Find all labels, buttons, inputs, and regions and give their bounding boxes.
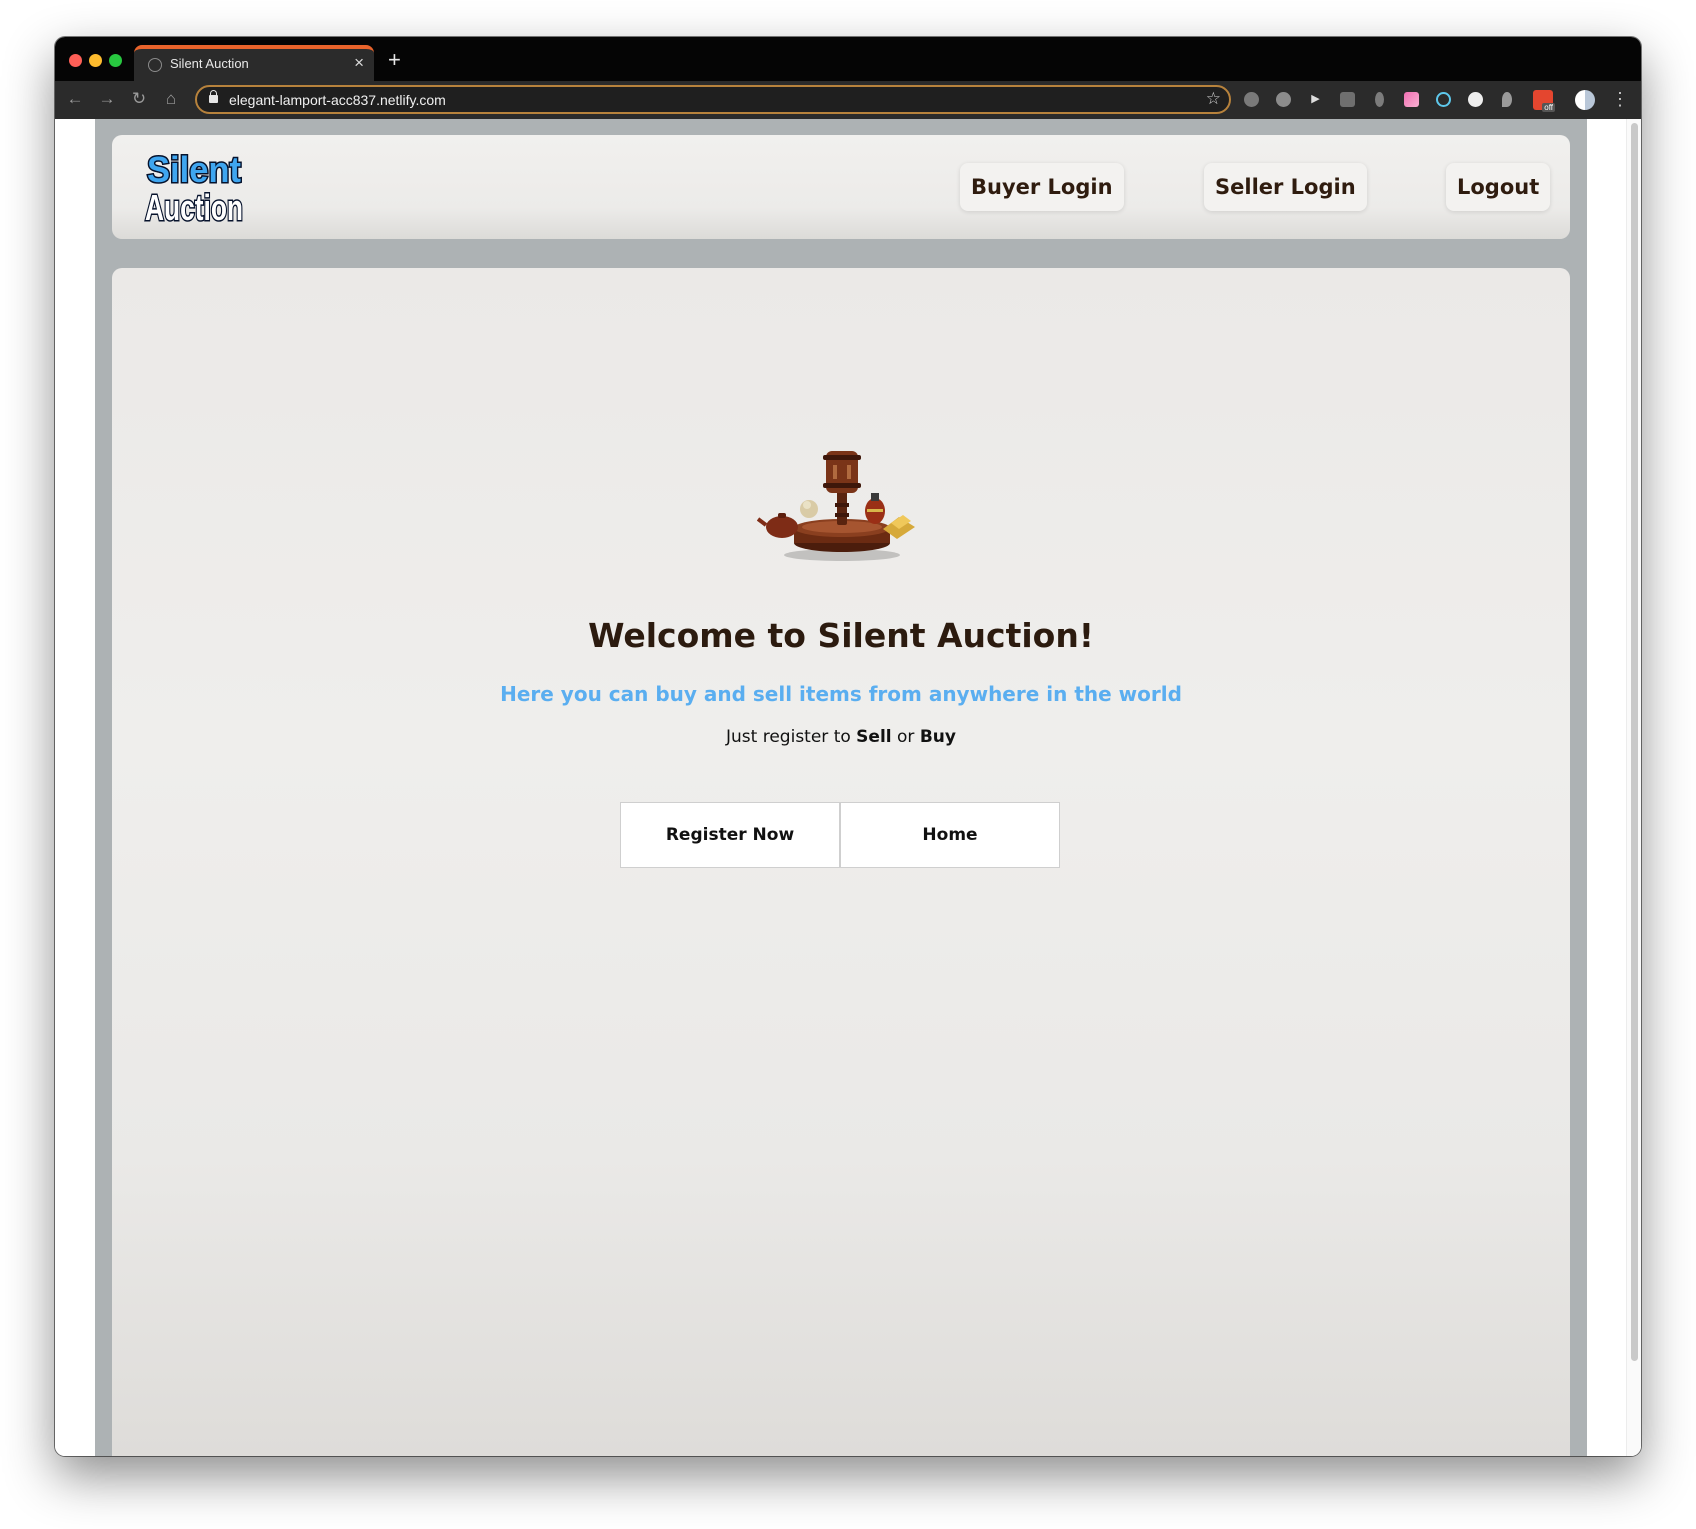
hint-sell: Sell (856, 727, 892, 747)
auction-gavel-image (756, 443, 927, 573)
address-bar[interactable]: elegant-lamport-acc837.netlify.com ☆ (195, 85, 1231, 114)
forward-arrow-icon[interactable]: → (95, 88, 119, 110)
extension-play-icon[interactable]: ▶ (1308, 92, 1323, 107)
register-hint: Just register to Sell or Buy (112, 727, 1570, 747)
back-arrow-icon[interactable]: ← (63, 88, 87, 110)
page-scrollbar[interactable] (1626, 119, 1641, 1456)
logo-line-silent: Silent (147, 149, 241, 190)
url-text[interactable]: elegant-lamport-acc837.netlify.com (229, 92, 446, 108)
seller-login-link[interactable]: Seller Login (1204, 163, 1367, 211)
app-frame: Silent Auction Buyer Login Seller Login … (95, 119, 1587, 1456)
browser-window: Silent Auction × + ← → ↻ ⌂ elegant-lampo… (55, 37, 1641, 1456)
tab-title: Silent Auction (170, 56, 249, 71)
extension-color-icon[interactable] (1404, 92, 1419, 107)
welcome-panel: Welcome to Silent Auction! Here you can … (112, 268, 1570, 1456)
welcome-title: Welcome to Silent Auction! (588, 616, 1094, 655)
extension-stack-icon[interactable] (1340, 92, 1355, 107)
site-navbar: Silent Auction Buyer Login Seller Login … (112, 135, 1570, 239)
extension-off-badge: off (1542, 103, 1555, 112)
register-now-button[interactable]: Register Now (620, 802, 840, 868)
browser-toolbar: ← → ↻ ⌂ elegant-lamport-acc837.netlify.c… (55, 81, 1641, 119)
profile-avatar[interactable] (1575, 90, 1595, 110)
hint-prefix: Just register to (726, 727, 857, 747)
welcome-subtitle: Here you can buy and sell items from any… (500, 682, 1182, 706)
hint-or: or (891, 727, 920, 747)
buyer-login-link[interactable]: Buyer Login (960, 163, 1124, 211)
reload-icon[interactable]: ↻ (127, 88, 151, 110)
globe-icon (148, 58, 162, 72)
home-icon[interactable]: ⌂ (159, 88, 183, 110)
react-devtools-icon[interactable] (1436, 92, 1451, 107)
browser-tab[interactable]: Silent Auction × (134, 45, 374, 81)
scrollbar-thumb[interactable] (1631, 123, 1638, 1361)
browser-menu-icon[interactable]: ⋮ (1611, 89, 1629, 109)
lock-icon (209, 90, 218, 103)
new-tab-button[interactable]: + (388, 49, 401, 71)
bookmark-star-icon[interactable]: ☆ (1206, 89, 1221, 109)
extension-off-icon[interactable]: off (1533, 90, 1555, 112)
extension-glasses-icon[interactable] (1244, 92, 1259, 107)
maximize-window-button[interactable] (109, 54, 122, 67)
silent-auction-logo[interactable]: Silent Auction (144, 148, 245, 230)
extension-bulb-icon[interactable] (1276, 92, 1291, 107)
extension-pin-icon[interactable] (1502, 92, 1512, 107)
minimize-window-button[interactable] (89, 54, 102, 67)
tab-strip: Silent Auction × + (55, 37, 1641, 81)
close-window-button[interactable] (69, 54, 82, 67)
extension-circle-icon[interactable] (1468, 92, 1483, 107)
page-viewport: Silent Auction Buyer Login Seller Login … (55, 119, 1641, 1456)
logout-link[interactable]: Logout (1446, 163, 1551, 211)
logo-line-auction: Auction (145, 187, 243, 225)
home-button[interactable]: Home (840, 802, 1060, 868)
hint-buy: Buy (919, 727, 956, 747)
close-tab-icon[interactable]: × (354, 53, 364, 73)
extension-bug-icon[interactable] (1375, 92, 1384, 107)
